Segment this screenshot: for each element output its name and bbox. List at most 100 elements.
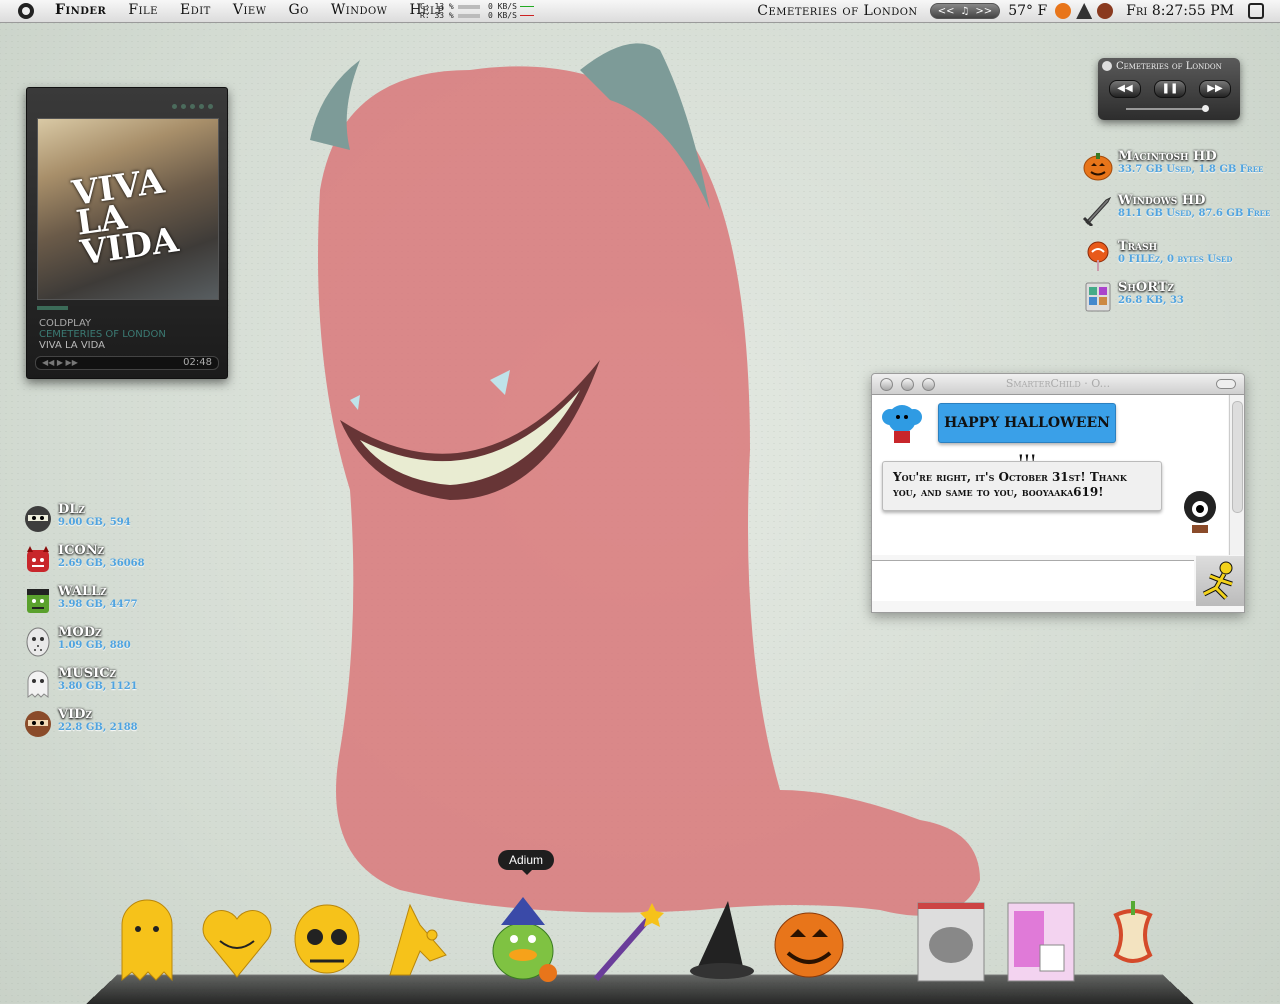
- widget-control-bar: ◀◀ ▶ ▶▶ 02:48: [35, 356, 219, 370]
- ghost-icon: [27, 670, 49, 698]
- prev-track-button[interactable]: <<: [938, 6, 955, 17]
- ram-stat: R: 33 %: [420, 11, 454, 20]
- frankenstein-icon: [27, 589, 49, 613]
- chat-window[interactable]: SmarterChild · O... HAPPY HALLOWEEN !!! …: [871, 373, 1245, 613]
- voodoo-doll-icon[interactable]: [1097, 3, 1114, 19]
- drive-modz[interactable]: MODz 1.09 GB, 880: [22, 626, 145, 658]
- track-name: CEMETERIES OF LONDON: [39, 329, 166, 340]
- drive-iconz[interactable]: ICONz 2.69 GB, 36068: [22, 544, 145, 576]
- apple-menu-icon[interactable]: [18, 3, 34, 19]
- ninja-brown-icon: [25, 711, 51, 737]
- drive-detail: 3.80 GB, 1121: [58, 681, 138, 692]
- menu-finder[interactable]: Finder: [55, 2, 106, 18]
- next-button[interactable]: ▶▶: [1199, 80, 1231, 98]
- album-art-title: VIVA LA VIDA: [69, 161, 181, 274]
- drive-label: Trash: [1118, 239, 1158, 254]
- mini-player[interactable]: Cemeteries of London ◀◀ ❚❚ ▶▶: [1098, 58, 1240, 120]
- drive-vidz[interactable]: VIDz 22.8 GB, 2188: [22, 708, 145, 740]
- drive-label: WALLz: [58, 584, 107, 599]
- menu-extras: Cemeteries of London << ♫ >> 57° F Fri 8…: [757, 0, 1280, 22]
- pumpkin-icon[interactable]: [1055, 3, 1072, 19]
- adium-duck-witch-icon[interactable]: [486, 895, 560, 985]
- message-scrollbar[interactable]: [1229, 395, 1244, 555]
- sugar-skull-icon[interactable]: [290, 895, 364, 985]
- chat-window-title: SmarterChild · O...: [1005, 377, 1111, 390]
- mini-player-title: Cemeteries of London: [1116, 61, 1222, 72]
- apple-core-trash-icon[interactable]: [1096, 895, 1170, 985]
- drive-label: Macintosh HD: [1118, 149, 1217, 164]
- spotlight-icon[interactable]: [1248, 3, 1264, 19]
- menu-edit[interactable]: Edit: [180, 2, 211, 18]
- menu-file[interactable]: File: [128, 2, 158, 18]
- next-track-button[interactable]: >>: [975, 6, 992, 17]
- pause-button[interactable]: ❚❚: [1154, 80, 1186, 98]
- bat-icon[interactable]: [380, 895, 454, 985]
- drive-windows-hd[interactable]: Windows HD 81.1 GB Used, 87.6 GB Free: [1082, 194, 1270, 226]
- scrollbar-thumb[interactable]: [1232, 401, 1243, 513]
- hockey-mask-icon: [26, 627, 50, 657]
- pumpkin-icon: [1083, 153, 1113, 181]
- close-icon[interactable]: [1102, 61, 1112, 71]
- elephant-avatar-icon: [882, 405, 922, 443]
- drive-detail: 3.98 GB, 4477: [58, 599, 138, 610]
- drive-label: VIDz: [58, 707, 93, 722]
- dagger-icon: [1082, 196, 1112, 226]
- drive-label: Windows HD: [1118, 193, 1206, 208]
- witch-hat-icon[interactable]: [688, 895, 762, 985]
- jack-o-lantern-icon[interactable]: [772, 895, 846, 985]
- pink-cup-icon[interactable]: [1004, 895, 1078, 985]
- menubar-player-controls: << ♫ >>: [929, 3, 1001, 19]
- drive-shortz[interactable]: ShORTz 26.8 KB, 33: [1082, 281, 1184, 313]
- grid-folder-icon: [1085, 282, 1111, 312]
- previous-button[interactable]: ◀◀: [1109, 80, 1141, 98]
- drive-wallz[interactable]: WALLz 3.98 GB, 4477: [22, 585, 145, 617]
- drive-label: ShORTz: [1118, 280, 1175, 295]
- menu-window[interactable]: Window: [331, 2, 388, 18]
- dock-tooltip: Adium: [498, 850, 555, 875]
- track-info: COLDPLAY CEMETERIES OF LONDON VIVA LA VI…: [39, 318, 166, 351]
- music-note-icon[interactable]: ♫: [960, 6, 969, 17]
- menubar-clock[interactable]: Fri 8:27:55 PM: [1126, 3, 1234, 19]
- drive-macintosh-hd[interactable]: Macintosh HD 33.7 GB Used, 1.8 GB Free: [1082, 150, 1263, 182]
- track-album: VIVA LA VIDA: [39, 340, 105, 351]
- drive-dlz[interactable]: DLz 9.00 GB, 594: [22, 503, 145, 535]
- screenshot-app-icon[interactable]: [914, 895, 988, 985]
- yellow-ghost-icon[interactable]: [110, 895, 184, 985]
- menu-view[interactable]: View: [233, 2, 267, 18]
- aim-running-man-icon[interactable]: [1196, 556, 1244, 606]
- album-art: VIVA LA VIDA: [37, 118, 219, 300]
- red-devil-icon: [27, 546, 49, 572]
- drive-detail: 26.8 KB, 33: [1118, 295, 1184, 306]
- track-progress-bar[interactable]: [37, 306, 217, 310]
- drive-label: MODz: [58, 625, 102, 640]
- witch-hat-icon[interactable]: [1076, 3, 1093, 19]
- cpu-ram-monitor[interactable]: C: 13 % R: 33 %: [420, 2, 480, 20]
- temperature[interactable]: 57° F: [1008, 3, 1047, 19]
- volume-knob[interactable]: [1202, 105, 1209, 112]
- track-time: 02:48: [183, 357, 212, 368]
- heart-icon[interactable]: [200, 895, 274, 985]
- network-monitor[interactable]: 0 KB/S 0 KB/S: [488, 2, 534, 20]
- cpu-stat: C: 13 %: [420, 2, 454, 11]
- volume-slider[interactable]: [1126, 105, 1209, 112]
- drive-detail: 81.1 GB Used, 87.6 GB Free: [1118, 208, 1271, 219]
- magic-wand-icon[interactable]: [590, 895, 664, 985]
- drive-detail: 2.69 GB, 36068: [58, 558, 145, 569]
- net-down: 0 KB/S: [488, 11, 517, 20]
- drive-label: DLz: [58, 502, 85, 517]
- drive-musicz[interactable]: MUSICz 3.80 GB, 1121: [22, 667, 145, 699]
- drive-label: ICONz: [58, 543, 105, 558]
- ninja-icon: [25, 506, 51, 532]
- menu-go[interactable]: Go: [288, 2, 308, 18]
- itunes-widget[interactable]: VIVA LA VIDA COLDPLAY CEMETERIES OF LOND…: [26, 87, 228, 379]
- drive-detail: 9.00 GB, 594: [58, 517, 131, 528]
- cyclops-avatar-icon: [1184, 491, 1216, 533]
- now-playing-title[interactable]: Cemeteries of London: [757, 3, 917, 19]
- toolbar-toggle-button[interactable]: [1216, 379, 1236, 389]
- widget-playback-buttons[interactable]: ◀◀ ▶ ▶▶: [42, 357, 78, 369]
- drive-trash[interactable]: Trash 0 FILEz, 0 bytes Used: [1082, 240, 1232, 272]
- menu-bar: Finder File Edit View Go Window Help C: …: [0, 0, 1280, 23]
- chat-title-bar[interactable]: SmarterChild · O...: [872, 374, 1244, 395]
- message-input[interactable]: [872, 560, 1194, 601]
- left-drive-list: DLz 9.00 GB, 594 ICONz 2.69 GB, 36068 WALL…: [22, 503, 145, 749]
